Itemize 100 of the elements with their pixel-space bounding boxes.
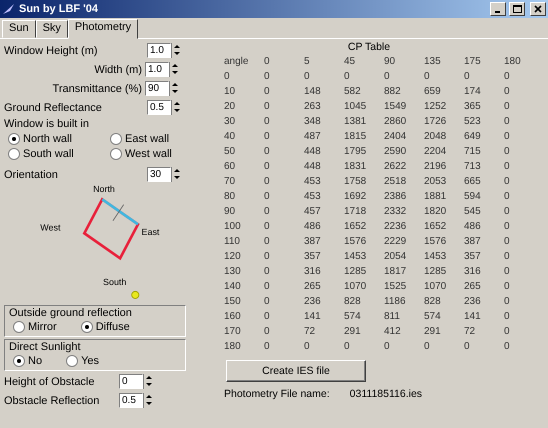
tab[interactable]: Sun: [2, 20, 36, 38]
table-cell: 0: [264, 144, 304, 159]
table-cell-text: 2622: [384, 160, 408, 174]
up-arrow-icon[interactable]: [170, 81, 180, 88]
table-cell: 316: [464, 264, 504, 279]
table-cell: 1652: [424, 219, 464, 234]
up-arrow-icon[interactable]: [144, 393, 154, 400]
table-cell-text: 1285: [344, 265, 368, 279]
radio-icon[interactable]: [80, 321, 93, 333]
table-cell: 0: [264, 189, 304, 204]
number-field[interactable]: 30: [147, 167, 171, 182]
table-cell-text: 0: [504, 205, 511, 219]
feather-icon: [2, 3, 16, 15]
radio-option[interactable]: Yes: [66, 354, 100, 368]
down-arrow-icon[interactable]: [172, 107, 182, 114]
up-arrow-icon[interactable]: [170, 62, 180, 69]
table-cell: 130: [224, 264, 264, 279]
table-cell-text: 828: [424, 295, 442, 309]
table-cell: 713: [464, 159, 504, 174]
table-cell: 0: [344, 339, 384, 354]
table-cell-text: 0: [504, 280, 511, 294]
down-arrow-icon[interactable]: [172, 174, 182, 181]
down-arrow-icon[interactable]: [170, 88, 180, 95]
table-cell-text: 0: [504, 340, 511, 354]
table-cell: 0: [264, 249, 304, 264]
radio-label: Mirror: [28, 321, 57, 333]
table-cell-text: 2404: [384, 130, 408, 144]
close-button[interactable]: [530, 2, 546, 16]
radio-icon[interactable]: [8, 148, 20, 160]
compass-label: North: [93, 185, 115, 194]
radio-option[interactable]: Diffuse: [80, 320, 130, 334]
radio-option[interactable]: Mirror: [13, 320, 57, 334]
table-cell-text: 486: [304, 220, 322, 234]
file-name: 0311185116.ies: [350, 388, 422, 400]
file-name-label: Photometry File name:: [224, 388, 330, 400]
radio-option[interactable]: West wall: [110, 147, 212, 161]
radio-option[interactable]: East wall: [110, 132, 212, 146]
table-cell-text: 1652: [344, 220, 368, 234]
radio-option[interactable]: South wall: [8, 147, 110, 161]
tab[interactable]: Sky: [36, 20, 68, 38]
table-cell: 60: [224, 159, 264, 174]
radio-option[interactable]: No: [13, 354, 42, 368]
down-arrow-icon[interactable]: [172, 50, 182, 57]
minimize-button[interactable]: [490, 2, 506, 16]
table-cell: 523: [464, 114, 504, 129]
radio-label: No: [28, 355, 42, 367]
up-arrow-icon[interactable]: [172, 167, 182, 174]
radio-icon[interactable]: [66, 355, 78, 367]
down-arrow-icon[interactable]: [170, 69, 180, 76]
table-cell-text: 263: [304, 100, 322, 114]
down-arrow-icon[interactable]: [144, 400, 154, 407]
table-cell: 486: [464, 219, 504, 234]
table-cell-text: 1070: [424, 280, 448, 294]
table-cell: 150: [224, 294, 264, 309]
maximize-button[interactable]: [509, 2, 525, 16]
up-arrow-icon[interactable]: [144, 374, 154, 381]
create-file-button[interactable]: Create IES file: [226, 360, 366, 382]
up-arrow-icon[interactable]: [172, 100, 182, 107]
table-cell-text: 453: [304, 190, 322, 204]
table-cell-text: 0: [264, 310, 271, 324]
column-header: 180: [504, 55, 522, 69]
field-label: Transmittance (%): [52, 82, 142, 94]
table-cell: 0: [264, 264, 304, 279]
close-icon: [534, 5, 542, 13]
radio-icon[interactable]: [13, 321, 25, 333]
table-cell: 582: [344, 84, 384, 99]
number-field[interactable]: 0.5: [147, 100, 171, 115]
table-cell-text: 2386: [384, 190, 408, 204]
field-label: Obstacle Reflection: [4, 394, 100, 406]
table-cell-text: 2196: [424, 160, 448, 174]
table-cell: 148: [304, 84, 344, 99]
sun-icon: [131, 290, 140, 299]
table-cell-text: 0: [504, 70, 511, 84]
compass-label: East: [142, 227, 160, 238]
table-cell: 365: [464, 99, 504, 114]
number-field[interactable]: 1.0: [147, 43, 171, 58]
number-field[interactable]: 1.0: [145, 62, 169, 77]
tab[interactable]: Photometry: [68, 19, 138, 39]
table-cell-text: 0: [504, 190, 511, 204]
column-header: 45: [344, 54, 384, 69]
table-cell-text: 0: [264, 100, 271, 114]
table-cell: 0: [304, 69, 344, 84]
radio-option[interactable]: North wall: [8, 132, 110, 146]
table-cell-text: 453: [304, 175, 322, 189]
radio-icon[interactable]: [110, 148, 122, 160]
radio-icon[interactable]: [110, 133, 122, 145]
down-arrow-icon[interactable]: [144, 381, 154, 388]
number-field[interactable]: 0.5: [119, 393, 143, 408]
up-arrow-icon[interactable]: [172, 43, 182, 50]
table-cell-text: 0: [264, 325, 271, 339]
table-cell: 0: [384, 69, 424, 84]
table-cell: 0: [464, 339, 504, 354]
radio-icon[interactable]: [13, 355, 25, 367]
radio-icon[interactable]: [8, 133, 20, 145]
number-field[interactable]: 0: [119, 374, 143, 389]
number-field[interactable]: 90: [145, 81, 169, 96]
table-cell-text: 1692: [344, 190, 368, 204]
column-header: 175: [464, 55, 482, 69]
table-cell: 72: [464, 324, 504, 339]
table-cell: 715: [464, 144, 504, 159]
